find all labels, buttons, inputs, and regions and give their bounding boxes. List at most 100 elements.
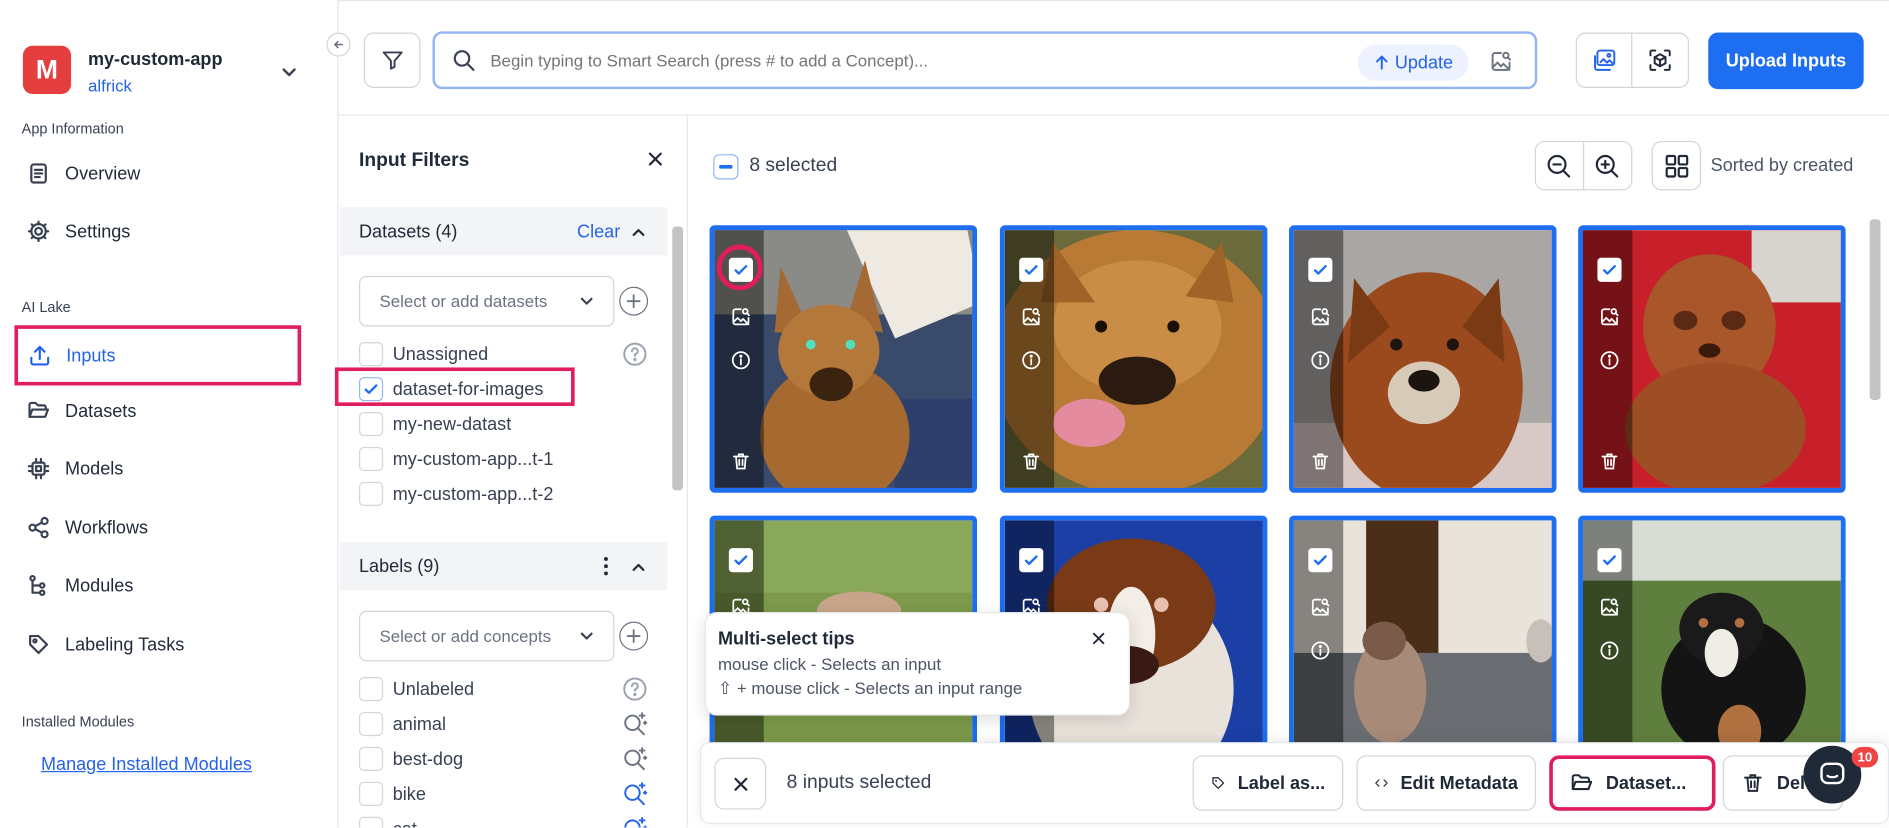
sidebar-item-settings[interactable]: Settings [14,205,301,258]
document-icon [30,163,47,184]
more-vertical-icon[interactable] [600,554,612,578]
tile-checkbox[interactable] [1597,257,1622,282]
sidebar-item-models[interactable]: Models [14,442,301,495]
info-icon[interactable] [1020,349,1042,371]
datasets-select[interactable]: Select or add datasets [359,275,615,327]
trash-icon [1741,771,1765,795]
tile-checkbox[interactable] [1308,257,1333,282]
sidebar-item-label: Workflows [65,517,149,538]
clear-datasets-link[interactable]: Clear [577,222,620,242]
gallery-view-button[interactable] [1577,33,1633,87]
object-view-button[interactable] [1632,34,1687,87]
label-filter-animal[interactable]: animal [359,710,446,739]
add-dataset-button[interactable] [619,286,649,316]
cube-scan-icon [1649,49,1671,71]
sidebar-item-datasets[interactable]: Datasets [14,384,301,437]
chevron-up-icon[interactable] [629,223,648,242]
magic-search-icon[interactable] [622,746,649,773]
checkbox[interactable] [359,342,384,367]
tile-checkbox[interactable] [1019,548,1044,573]
label-filter-unlabeled[interactable]: Unlabeled [359,675,474,704]
select-all-checkbox[interactable] [713,154,739,180]
chevron-up-icon[interactable] [629,558,648,577]
trash-icon[interactable] [1599,451,1621,473]
chevron-down-icon[interactable] [278,61,300,83]
input-thumbnail[interactable] [1289,225,1557,493]
input-thumbnail[interactable] [1578,225,1846,493]
close-tips-button[interactable] [1090,630,1107,647]
tag-icon [29,634,49,655]
close-filters-button[interactable] [646,149,665,168]
grid-view-button[interactable] [1651,140,1702,191]
manage-installed-modules-link[interactable]: Manage Installed Modules [41,754,252,774]
tile-checkbox[interactable] [1308,548,1333,573]
label-as-button[interactable]: Label as... [1192,755,1344,811]
collapse-sidebar-button[interactable] [326,32,351,57]
section-app-information: App Information [21,120,124,138]
dataset-filter-my-custom-app-t1[interactable]: my-custom-app...t-1 [359,445,553,474]
magic-search-icon[interactable] [622,781,649,808]
sidebar-item-overview[interactable]: Overview [14,147,301,200]
label-filter-cat[interactable]: cat [359,814,417,828]
upload-inputs-button[interactable]: Upload Inputs [1708,32,1864,90]
checkbox[interactable] [359,746,384,772]
checkbox[interactable] [359,481,384,506]
edit-metadata-button[interactable]: Edit Metadata [1356,755,1536,811]
checkbox[interactable] [359,677,384,702]
image-search-icon[interactable] [1599,596,1621,618]
update-button[interactable]: Update [1357,44,1469,81]
filters-scrollbar-thumb[interactable] [672,226,684,491]
info-icon[interactable] [730,349,752,371]
datasets-section-header[interactable]: Datasets (4) Clear [339,207,668,256]
image-search-icon[interactable] [1599,306,1621,328]
trash-icon[interactable] [1310,451,1332,473]
clear-selection-button[interactable] [714,757,767,810]
zoom-in-button[interactable] [1584,142,1632,189]
checkbox[interactable] [359,711,384,737]
checkbox[interactable] [359,412,384,437]
checkbox[interactable] [359,816,384,828]
concepts-select[interactable]: Select or add concepts [359,610,615,662]
sidebar-item-modules[interactable]: Modules [14,559,301,612]
dataset-filter-unassigned[interactable]: Unassigned [359,340,488,369]
info-icon[interactable] [1310,349,1332,371]
help-icon[interactable] [622,676,649,703]
search-input[interactable] [490,50,1334,70]
sidebar-item-labeling-tasks[interactable]: Labeling Tasks [14,618,301,671]
help-icon[interactable] [622,341,649,368]
info-icon[interactable] [1310,640,1332,662]
image-search-icon[interactable] [730,306,752,328]
tile-checkbox[interactable] [1597,548,1622,573]
trash-icon[interactable] [1020,451,1042,473]
zoom-in-icon [1596,154,1619,177]
input-thumbnail[interactable] [999,225,1268,493]
label-filter-best-dog[interactable]: best-dog [359,745,463,774]
dataset-filter-my-new-datast[interactable]: my-new-datast [359,410,511,439]
info-icon[interactable] [1599,640,1621,662]
dataset-filter-my-custom-app-t2[interactable]: my-custom-app...t-2 [359,479,553,508]
trash-icon[interactable] [730,451,752,473]
sidebar-item-workflows[interactable]: Workflows [14,501,301,554]
tile-checkbox[interactable] [728,548,753,573]
image-search-icon[interactable] [1310,306,1332,328]
tile-checkbox[interactable] [1019,257,1044,282]
info-icon[interactable] [1599,349,1621,371]
checkbox[interactable] [359,781,384,806]
gallery-scrollbar-thumb[interactable] [1869,219,1881,400]
add-concept-button[interactable] [619,621,649,651]
sort-dropdown[interactable]: Sorted by created [1711,155,1854,175]
checkbox[interactable] [359,446,384,472]
magic-search-icon[interactable] [622,816,649,828]
magic-search-icon[interactable] [622,711,649,738]
filter-toggle-button[interactable] [363,32,421,88]
dataset-button[interactable]: Dataset... [1549,755,1716,811]
app-user-link[interactable]: alfrick [88,76,132,95]
labels-section-header[interactable]: Labels (9) [339,542,668,591]
image-search-icon[interactable] [1489,49,1513,73]
zoom-out-button[interactable] [1536,142,1584,190]
sidebar-item-inputs[interactable]: Inputs [14,325,302,386]
image-search-icon[interactable] [1020,306,1042,328]
label-filter-bike[interactable]: bike [359,779,426,808]
image-search-icon[interactable] [1310,596,1332,618]
sidebar-item-label: Overview [65,163,141,184]
